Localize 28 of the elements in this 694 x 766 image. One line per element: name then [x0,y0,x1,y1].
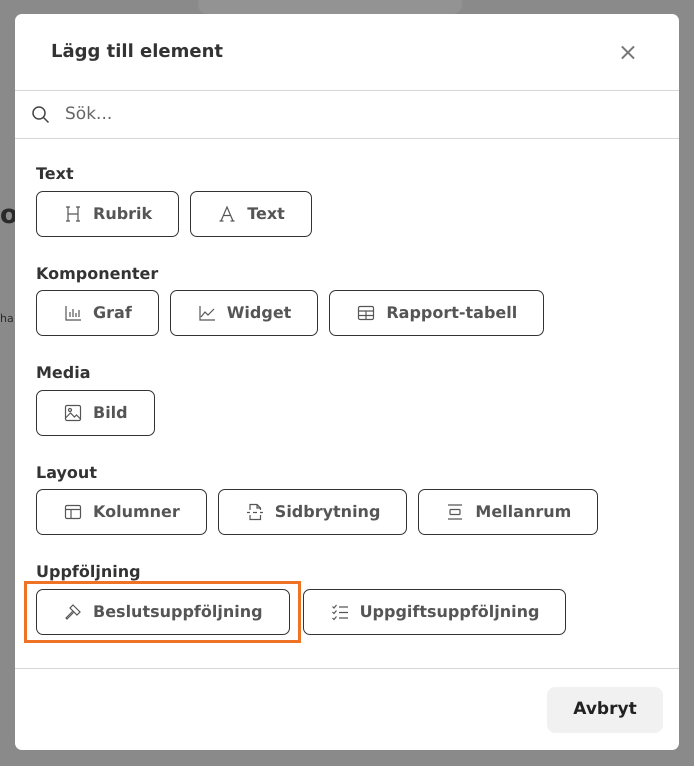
element-option-button[interactable]: Rubrik [36,190,180,237]
element-option-button[interactable]: Kolumner [36,489,207,536]
element-option-button[interactable]: Bild [36,390,155,436]
dialog-title: Lägg till element [51,41,224,63]
section-label: Komponenter [36,264,160,282]
element-option-button[interactable]: Graf [36,290,159,336]
element-option-button[interactable]: Sidbrytning [218,489,408,536]
section-label: Layout [36,464,98,482]
element-option-button[interactable]: Widget [170,290,318,336]
section-label: Media [36,364,92,382]
background-text: ha [0,311,14,327]
bar-chart-icon [63,303,83,324]
page-break-icon [244,502,265,522]
element-option-button[interactable]: Text [190,190,312,237]
close-button[interactable]: × [614,40,642,64]
heading-icon [63,204,83,224]
element-option-button[interactable]: Mellanrum [418,489,598,536]
section-label: Text [36,165,75,183]
element-option-button[interactable]: Uppgiftsuppföljning [302,588,566,635]
search-icon [31,104,51,124]
line-chart-icon [196,303,217,324]
image-icon [63,402,83,423]
letter-icon [217,204,238,224]
gavel-icon [63,602,83,622]
element-option-button[interactable]: Rapport-tabell [329,290,544,336]
section-label: Uppföljning [36,563,142,581]
element-option-button[interactable]: Beslutsuppföljning [36,588,290,635]
cancel-button[interactable]: Avbryt [547,686,663,732]
